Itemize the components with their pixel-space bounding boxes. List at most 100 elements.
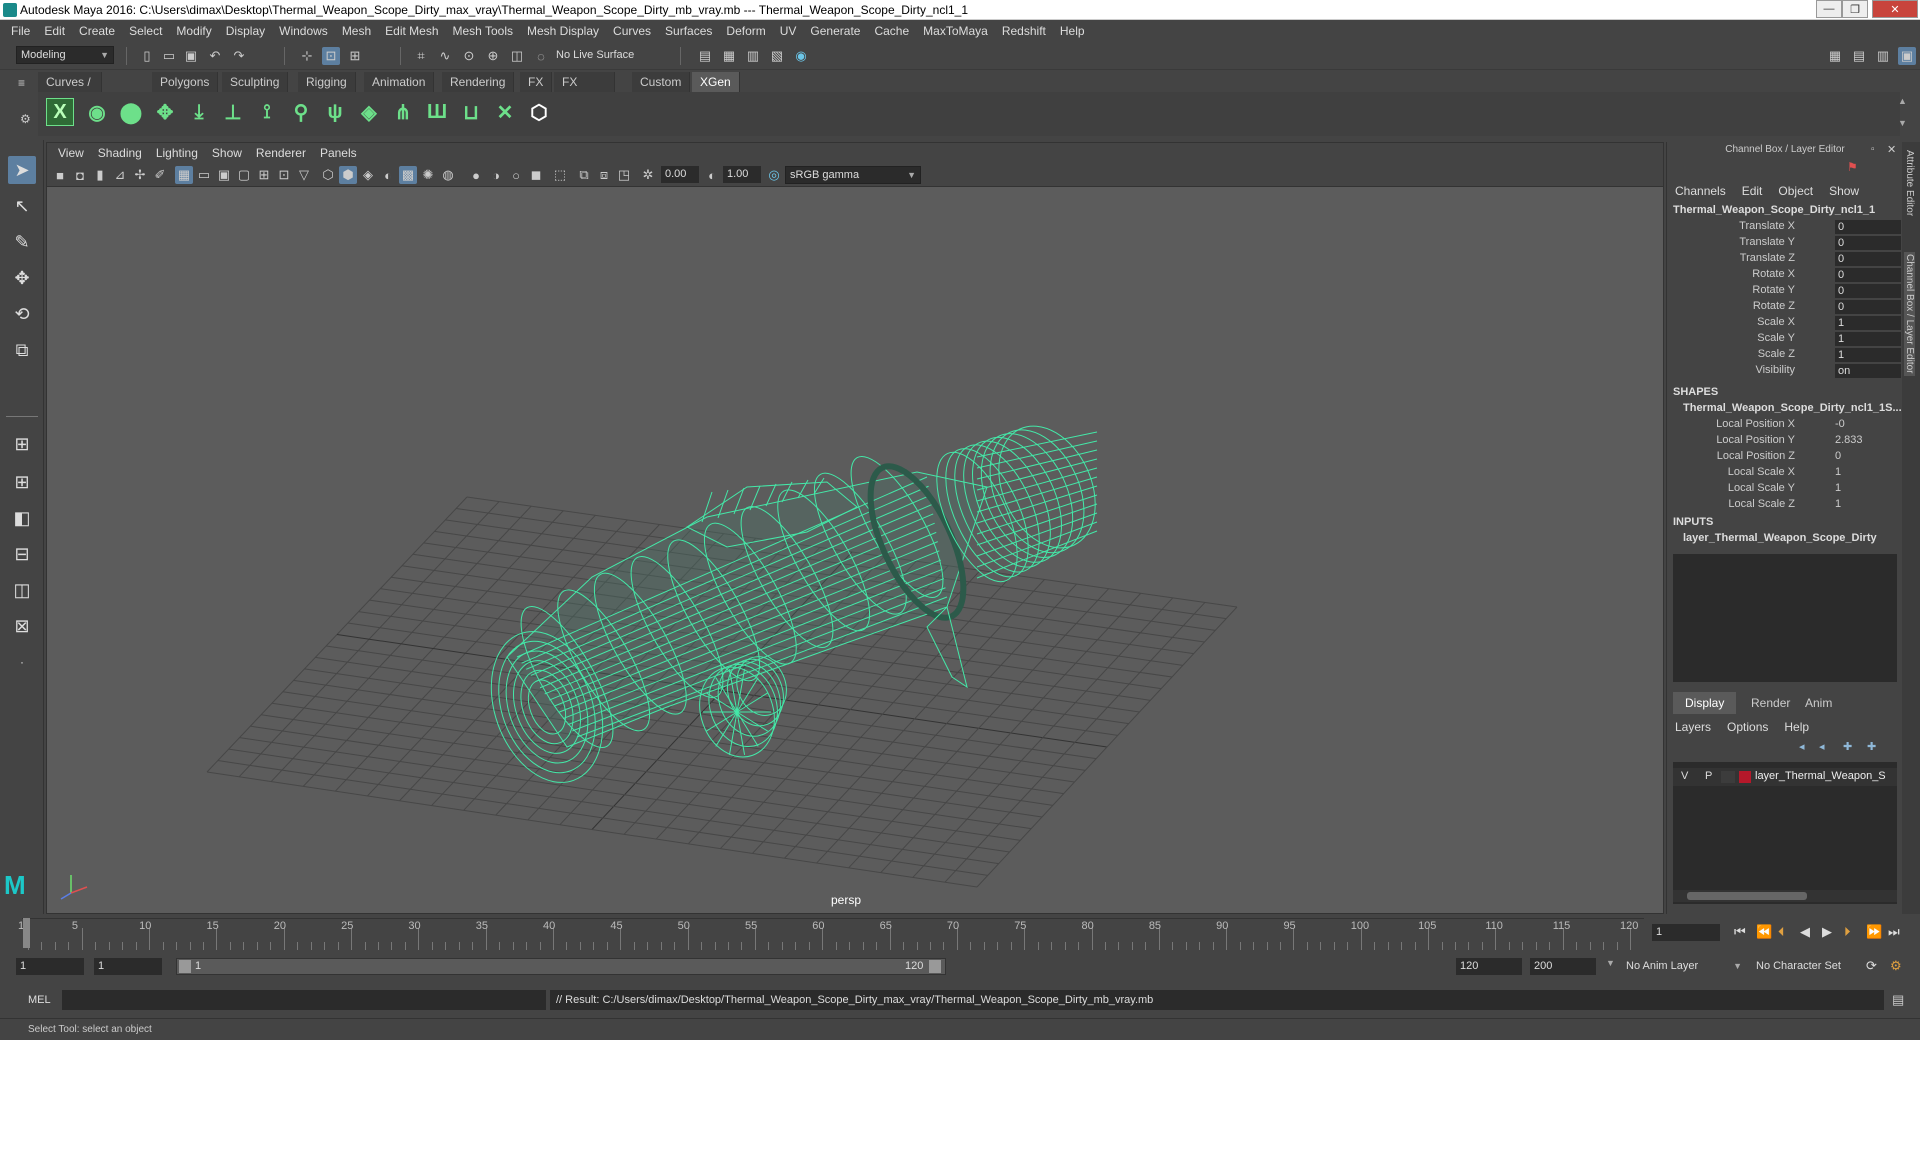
channel-menu-object[interactable]: Object [1770,184,1821,198]
layer-tab-display[interactable]: Display [1673,692,1737,714]
menu-create[interactable]: Create [72,20,122,42]
animation-end-field[interactable]: 200 [1530,958,1596,975]
xgen-layers-icon[interactable]: ◈ [354,96,384,128]
outliner-layout-icon[interactable]: ⊠ [8,612,36,640]
shelf-tab-fx-caching[interactable]: FX Caching [554,72,616,109]
thermal-scope-wireframe[interactable] [471,410,1113,798]
shelf-tab-rendering[interactable]: Rendering [442,72,515,92]
gamma-field[interactable]: 1.00 [723,166,761,183]
render-settings-icon[interactable]: ▧ [768,47,786,65]
attr-translate-x[interactable]: Translate X 0 [1667,220,1903,236]
backface-culling-icon[interactable]: ◳ [615,166,633,184]
layer-playback-toggle[interactable]: P [1705,770,1712,782]
layer-menu-options[interactable]: Options [1719,720,1776,734]
attr-visibility[interactable]: Visibility on [1667,364,1903,380]
ipr-render-icon[interactable]: ▥ [744,47,762,65]
script-editor-icon[interactable]: ▤ [1892,992,1904,1008]
float-panel-icon[interactable]: ▫ [1871,144,1875,155]
select-object-icon[interactable]: ⊡ [322,47,340,65]
time-slider[interactable]: 1 5 10 15 20 25 30 35 40 45 50 55 60 65 70 75 80 85 90 95 10… [0,914,1920,952]
xgen-editor-icon[interactable]: X [46,98,74,126]
menu-surfaces[interactable]: Surfaces [658,20,719,42]
tool-settings-toggle-icon[interactable]: ▥ [1874,47,1892,65]
attr-value[interactable]: 0 [1835,236,1901,250]
exposure-field[interactable]: 0.00 [661,166,699,183]
menu-mesh[interactable]: Mesh [335,20,378,42]
paint-select-tool-icon[interactable]: ✎ [8,228,36,256]
menu-file[interactable]: File [4,20,37,42]
viewport-menu-renderer[interactable]: Renderer [249,143,313,163]
grease-pencil-icon[interactable]: ✐ [151,166,169,184]
shelf-tab-custom[interactable]: Custom [632,72,691,92]
move-tool-icon[interactable]: ✥ [8,264,36,292]
maximize-button[interactable]: ❐ [1842,0,1868,18]
layer-visibility-toggle[interactable]: V [1681,770,1688,782]
safe-title-icon[interactable]: ▽ [295,166,313,184]
shelf-tab-xgen[interactable]: XGen [692,72,740,92]
shelf-tab-sculpting[interactable]: Sculpting [222,72,289,92]
scene-canvas[interactable] [47,187,1664,914]
channel-menu-channels[interactable]: Channels [1667,184,1734,198]
move-layer-down-icon[interactable]: ◂ [1819,740,1825,753]
attr-value[interactable]: 1 [1835,332,1901,346]
gamma-icon[interactable]: ◐ [703,166,721,184]
anim-layer-dropdown[interactable]: No Anim Layer ▼ [1622,958,1746,976]
script-language-toggle[interactable]: MEL [28,994,51,1006]
hypershade-icon[interactable]: ◉ [792,47,810,65]
layer-tab-anim[interactable]: Anim [1793,692,1844,714]
resolution-gate-icon[interactable]: ▣ [215,166,233,184]
step-back-key-icon[interactable]: ⏪ [1756,924,1772,940]
open-scene-icon[interactable]: ▭ [160,47,178,65]
shadows-icon[interactable]: ◍ [439,166,457,184]
animation-start-field[interactable]: 1 [16,958,84,975]
make-live-icon[interactable]: ◌ [532,47,550,65]
attr-value[interactable]: 0 [1835,450,1841,462]
layer-menu-layers[interactable]: Layers [1667,720,1719,734]
menu-windows[interactable]: Windows [272,20,335,42]
xgen-add-guide-icon[interactable]: ⤓ [184,96,214,128]
attribute-editor-tab[interactable]: Attribute Editor [1904,150,1915,216]
new-layer-selected-icon[interactable]: ✚ [1867,740,1876,753]
attr-scale-x[interactable]: Scale X 1 [1667,316,1903,332]
single-perspective-layout-icon[interactable]: ⊞ [8,430,36,458]
viewport-menu-shading[interactable]: Shading [91,143,149,163]
menu-mesh-display[interactable]: Mesh Display [520,20,606,42]
playback-start-field[interactable]: 1 [94,958,162,975]
menu-help[interactable]: Help [1053,20,1092,42]
xgen-grass-icon[interactable]: Ш [422,96,452,128]
menu-cache[interactable]: Cache [867,20,916,42]
attr-scale-y[interactable]: Scale Y 1 [1667,332,1903,348]
menu-mesh-tools[interactable]: Mesh Tools [446,20,520,42]
grid-toggle-icon[interactable]: ▦ [175,166,193,184]
undo-icon[interactable]: ↶ [206,47,224,65]
xgen-delete-guides-icon[interactable]: ✕ [490,96,520,128]
field-chart-icon[interactable]: ⊞ [255,166,273,184]
select-hierarchy-icon[interactable]: ⊹ [298,47,316,65]
viewport-menu-show[interactable]: Show [205,143,249,163]
close-button[interactable]: ✕ [1872,0,1918,18]
command-input[interactable] [62,990,546,1010]
menu-modify[interactable]: Modify [169,20,218,42]
attr-rotate-x[interactable]: Rotate X 0 [1667,268,1903,284]
shelf-tab-rigging[interactable]: Rigging [298,72,356,92]
lasso-tool-icon[interactable]: ↖ [8,192,36,220]
persp-graph-layout-icon[interactable]: ⊟ [8,540,36,568]
viewport-menu-lighting[interactable]: Lighting [149,143,205,163]
new-empty-layer-icon[interactable]: ✚ [1843,740,1852,753]
rotate-tool-icon[interactable]: ⟲ [8,300,36,328]
attribute-editor-toggle-icon[interactable]: ▤ [1850,47,1868,65]
menu-select[interactable]: Select [122,20,169,42]
safe-action-icon[interactable]: ⊡ [275,166,293,184]
channel-menu-show[interactable]: Show [1821,184,1867,198]
menu-redshift[interactable]: Redshift [995,20,1053,42]
select-tool-icon[interactable]: ➤ [8,156,36,184]
isolate-select-icon[interactable]: ⬚ [551,166,569,184]
shelf-tab-animation[interactable]: Animation [364,72,435,92]
shelf-tab-fx[interactable]: FX [520,72,553,92]
film-gate-icon[interactable]: ▭ [195,166,213,184]
scale-tool-icon[interactable]: ⧉ [8,336,36,364]
shelf-tab-polygons[interactable]: Polygons [152,72,219,92]
mode-selector[interactable]: Modeling ▼ [16,46,114,64]
hypershade-layout-icon[interactable]: ◫ [8,576,36,604]
2d-pan-zoom-icon[interactable]: ✢ [131,166,149,184]
